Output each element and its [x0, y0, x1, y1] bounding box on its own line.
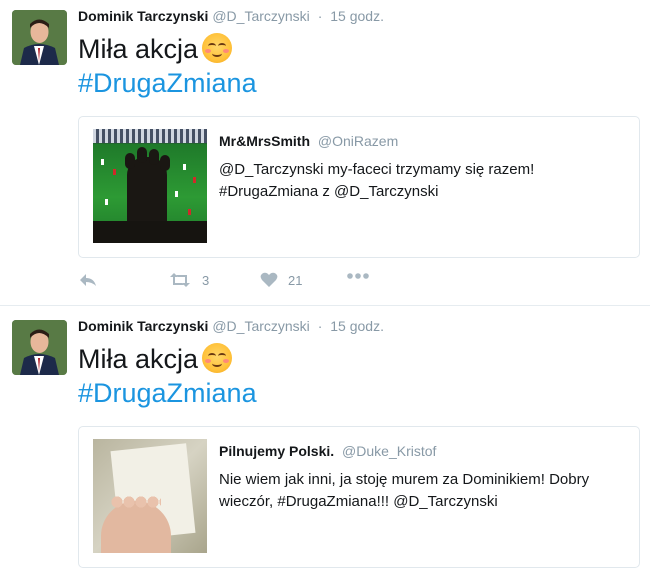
tweet-body: Miła akcja — [78, 344, 199, 374]
author-name[interactable]: Dominik Tarczynski — [78, 318, 208, 334]
hashtag-link[interactable]: #DrugaZmiana — [78, 66, 257, 100]
quoted-author-name[interactable]: Mr&MrsSmith — [219, 133, 310, 149]
quoted-tweet[interactable]: Pilnujemy Polski. @Duke_Kristof Nie wiem… — [78, 426, 640, 568]
separator-dot: · — [317, 318, 323, 334]
tweet-header: Dominik Tarczynski @D_Tarczynski · 15 go… — [78, 318, 384, 334]
tweet-body: Miła akcja — [78, 34, 199, 64]
reply-button[interactable] — [78, 272, 98, 288]
quoted-tweet-text: Nie wiem jak inni, ja stoję murem za Dom… — [219, 471, 590, 510]
timestamp[interactable]: 15 godz. — [330, 318, 384, 334]
separator-dot: · — [317, 8, 323, 24]
smiling-blush-emoji-icon — [202, 343, 233, 373]
tweet-actions: 3 21 — [78, 272, 478, 294]
retweet-button[interactable]: 3 — [168, 272, 209, 288]
avatar[interactable] — [12, 320, 67, 375]
author-name[interactable]: Dominik Tarczynski — [78, 8, 208, 24]
smiling-blush-emoji-icon — [202, 33, 233, 63]
retweet-icon — [170, 273, 190, 287]
quoted-tweet-image[interactable] — [93, 129, 207, 243]
quoted-author-handle[interactable]: @Duke_Kristof — [342, 443, 436, 459]
quoted-tweet-image[interactable] — [93, 439, 207, 553]
quoted-tweet[interactable]: Mr&MrsSmith @OniRazem @D_Tarczynski my-f… — [78, 116, 640, 258]
reply-icon — [80, 274, 96, 286]
tweet-1[interactable]: Dominik Tarczynski @D_Tarczynski · 15 go… — [0, 0, 650, 305]
more-icon — [347, 273, 369, 279]
timestamp[interactable]: 15 godz. — [330, 8, 384, 24]
like-count: 21 — [288, 272, 303, 288]
author-handle[interactable]: @D_Tarczynski — [212, 318, 309, 334]
quoted-author-name[interactable]: Pilnujemy Polski. — [219, 443, 334, 459]
tweet-text: Miła akcja #DrugaZmiana — [78, 32, 257, 100]
tweet-header: Dominik Tarczynski @D_Tarczynski · 15 go… — [78, 8, 384, 24]
avatar[interactable] — [12, 10, 67, 65]
retweet-count: 3 — [202, 272, 210, 288]
quoted-tweet-header: Pilnujemy Polski. @Duke_Kristof — [219, 443, 436, 459]
quoted-tweet-header: Mr&MrsSmith @OniRazem — [219, 133, 398, 149]
more-button[interactable] — [346, 272, 370, 280]
tweet-text: Miła akcja #DrugaZmiana — [78, 342, 257, 410]
quoted-author-handle[interactable]: @OniRazem — [318, 133, 398, 149]
author-handle[interactable]: @D_Tarczynski — [212, 8, 309, 24]
hashtag-link[interactable]: #DrugaZmiana — [78, 376, 257, 410]
quoted-tweet-text: @D_Tarczynski my-faceci trzymamy się raz… — [219, 161, 535, 200]
heart-icon — [260, 272, 278, 287]
tweet-2[interactable]: Dominik Tarczynski @D_Tarczynski · 15 go… — [0, 305, 650, 572]
like-button[interactable]: 21 — [260, 272, 302, 288]
